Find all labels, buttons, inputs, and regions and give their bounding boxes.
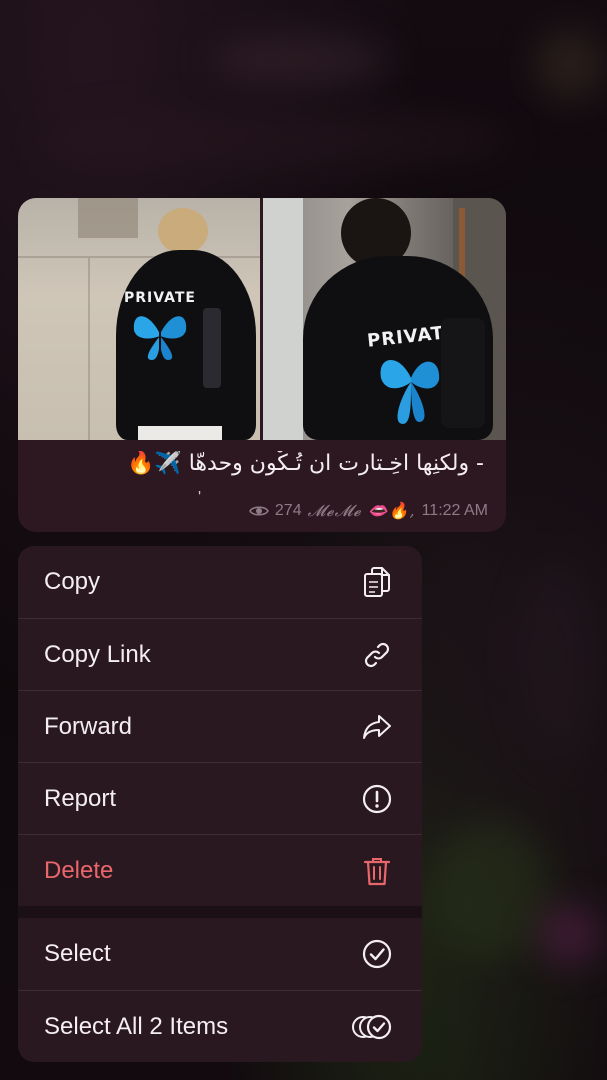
album-photo-2[interactable]: PRIVATE [263,198,506,440]
background-blur [535,30,605,100]
author-signature: 𝓜𝓮𝓜𝓮 👄🔥, [307,501,416,520]
menu-item-label: Copy Link [44,641,151,668]
views-count: 274 [274,502,302,519]
window-frame [263,198,303,440]
background-blur [540,905,600,965]
views-eye-icon [248,504,269,518]
album-photo-1[interactable]: PRIVATE [18,198,260,440]
pants [138,426,222,440]
check-circle-icon [360,937,394,971]
menu-item-select[interactable]: Select [18,918,422,990]
background-blur [430,820,550,960]
menu-item-report[interactable]: Report [18,763,422,835]
trash-icon [360,854,394,888]
statue-base [78,198,138,238]
message-bubble[interactable]: PRIVATE PRIVATE - ولكنِها اخِـتارت ان تُ… [18,198,506,532]
wall-joint [88,258,90,440]
menu-item-label: Forward [44,713,133,740]
multi-check-icon [352,1010,394,1044]
butterfly-graphic [133,316,187,360]
message-caption: - ولكنِها اخِـتارت ان تُـكْون وحدهّا ✈️🔥 [126,451,484,476]
menu-section-gap [18,906,422,918]
background-blur [520,560,600,760]
background-blur [40,110,510,170]
report-icon [360,782,394,816]
message-caption-tail: ' [198,489,202,506]
menu-item-select-all[interactable]: Select All 2 Items [18,991,422,1062]
menu-item-label: Select [44,940,111,967]
menu-item-copy[interactable]: Copy [18,546,422,618]
menu-item-label: Delete [44,857,114,884]
message-meta: 274 𝓜𝓮𝓜𝓮 👄🔥, 11:22 AM [248,501,488,521]
message-time: 11:22 AM [421,502,488,519]
menu-item-label: Copy [44,568,101,595]
wall-edge [18,256,260,258]
butterfly-graphic [380,359,440,424]
bag-strap [203,308,221,388]
menu-item-label: Select All 2 Items [44,1013,229,1040]
menu-item-label: Report [44,785,117,812]
hair-bun [158,208,208,254]
copy-icon [360,565,394,599]
menu-item-forward[interactable]: Forward [18,691,422,763]
chat-screen: PRIVATE PRIVATE - ولكنِها اخِـتارت ان تُ… [0,0,607,1080]
background-blur [210,35,390,85]
backpack [441,318,485,428]
context-menu: Copy Copy Link Forward Report Delete Sel… [18,546,422,1062]
menu-item-delete[interactable]: Delete [18,835,422,907]
hoodie-print-text: PRIVATE [124,290,196,306]
photo-album: PRIVATE PRIVATE [18,198,506,440]
link-icon [360,638,394,672]
menu-item-copy-link[interactable]: Copy Link [18,619,422,691]
forward-icon [360,710,394,744]
